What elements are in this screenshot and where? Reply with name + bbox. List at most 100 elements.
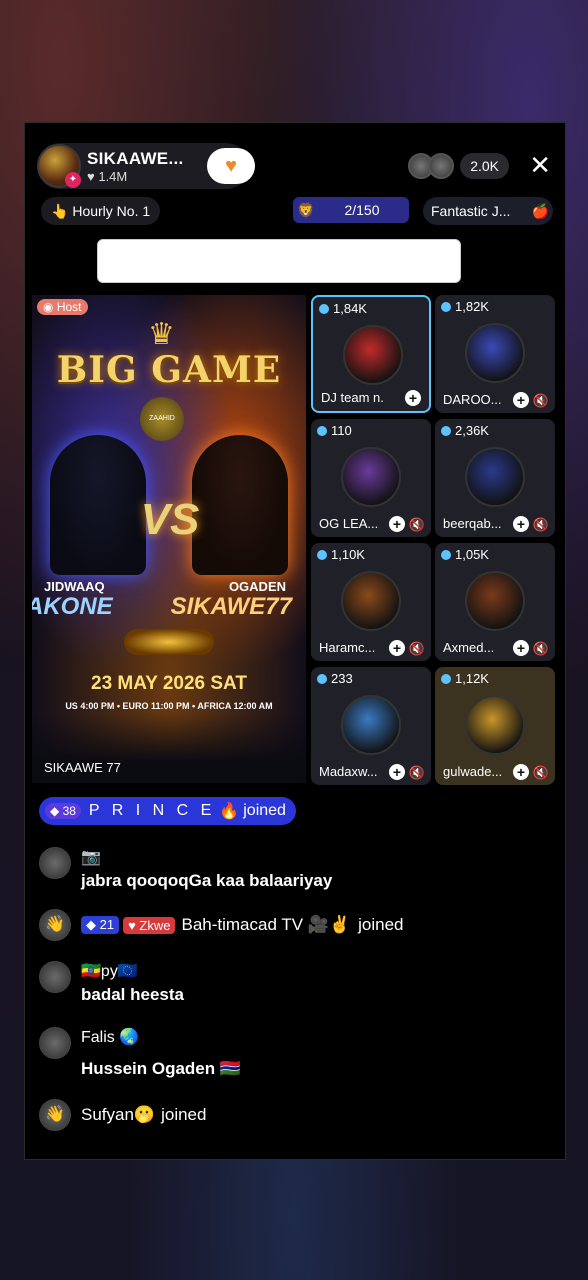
- fan-badge-text: Zkwe: [139, 917, 171, 933]
- seat-score-value: 1,82K: [455, 299, 489, 314]
- vs-text: VS: [140, 495, 200, 544]
- seat-name: OG LEA...: [319, 516, 379, 531]
- right-team-small: OGADEN: [228, 579, 286, 594]
- seat-slot[interactable]: 2,36K beerqab... + 🔇: [435, 419, 555, 537]
- add-icon[interactable]: +: [513, 640, 529, 656]
- event-date: 23 MAY 2026 SAT: [91, 673, 247, 694]
- add-icon[interactable]: +: [513, 392, 529, 408]
- crown-icon: ♛: [148, 318, 175, 351]
- level-badge: ◆ 38: [45, 803, 81, 819]
- mic-muted-icon: 🔇: [532, 517, 549, 532]
- hourly-rank-pill[interactable]: 👆 Hourly No. 1: [41, 197, 161, 225]
- seat-score: 1,84K: [319, 301, 367, 316]
- seat-name: DAROO...: [443, 392, 502, 407]
- host-info[interactable]: ✦ SIKAAWE... ♥ 1.4M ♥: [37, 143, 255, 189]
- room-rank[interactable]: 🦁 2/150: [293, 197, 409, 223]
- seat-avatar[interactable]: [341, 447, 401, 507]
- joined-user-name[interactable]: P R I N C E: [89, 802, 215, 820]
- heart-icon: ♥: [128, 917, 140, 933]
- chat-message: 🇪🇹py🇪🇺 badal heesta: [39, 961, 539, 1013]
- right-team-big: SIKAWE77: [170, 593, 292, 620]
- live-room: ✦ SIKAAWE... ♥ 1.4M ♥ 2.0K ✕ 👆 Hourly No…: [24, 122, 566, 1160]
- chat-user[interactable]: 📷: [81, 847, 101, 867]
- score-icon: [317, 673, 327, 684]
- chat-avatar[interactable]: [39, 847, 71, 879]
- seat-slot[interactable]: 233 Madaxw... + 🔇: [311, 667, 431, 785]
- event-times: US 4:00 PM • EURO 11:00 PM • AFRICA 12:0…: [65, 701, 273, 711]
- seat-score-value: 1,12K: [455, 671, 489, 686]
- host-avatar[interactable]: ✦: [37, 144, 81, 188]
- fantastic-label: Fantastic J...: [431, 203, 511, 219]
- seat-name: Axmed...: [443, 640, 495, 655]
- seat-avatar[interactable]: [465, 571, 525, 631]
- seat-slot[interactable]: 1,82K DAROO... + 🔇: [435, 295, 555, 413]
- seat-name: gulwade...: [443, 764, 503, 779]
- white-banner: [97, 239, 461, 283]
- seat-name: DJ team n...: [321, 390, 383, 405]
- score-icon: [317, 549, 327, 560]
- add-icon[interactable]: +: [389, 640, 405, 656]
- host-badge-icon: ✦: [65, 172, 81, 188]
- host-name: SIKAAWE...: [87, 148, 184, 168]
- seat-slot[interactable]: 1,05K Axmed... + 🔇: [435, 543, 555, 661]
- chat-join: 👋 ◆ 21 ♥ Zkwe Bah-timacad TV 🎥✌️ joined: [39, 909, 559, 945]
- fantastic-pill[interactable]: Fantastic J... 🍎: [423, 197, 553, 225]
- score-icon: [441, 301, 451, 312]
- left-team-small: JIDWAAQ: [44, 579, 105, 594]
- chat-user[interactable]: 🇪🇹py🇪🇺: [81, 961, 138, 981]
- seat-slot[interactable]: 110 OG LEA... + 🔇: [311, 419, 431, 537]
- follow-button[interactable]: ♥: [207, 148, 255, 184]
- add-icon[interactable]: +: [389, 516, 405, 532]
- left-team-big: AKONE: [32, 593, 113, 620]
- add-icon[interactable]: +: [513, 516, 529, 532]
- seat-slot[interactable]: 1,10K Haramc... + 🔇: [311, 543, 431, 661]
- chat-text: badal heesta: [81, 985, 184, 1004]
- seat-slot[interactable]: 1,84K DJ team n... + 🔇: [311, 295, 431, 413]
- seat-avatar[interactable]: [341, 571, 401, 631]
- seat-score-value: 1,84K: [333, 301, 367, 316]
- joined-user-name[interactable]: Sufyan🫢: [81, 1105, 155, 1125]
- viewer-count[interactable]: 2.0K: [460, 153, 509, 179]
- apple-icon: 🍎: [531, 203, 549, 219]
- seat-slot[interactable]: 1,12K gulwade... + 🔇: [435, 667, 555, 785]
- chat-user-name: py: [100, 963, 118, 980]
- host-poster[interactable]: ◉ Host ♛ BIG GAME ZAAHID VS JIDWAAQ AKON…: [32, 295, 306, 783]
- hourly-label: Hourly No. 1: [72, 203, 151, 219]
- wave-icon: 👋: [39, 1099, 71, 1131]
- seat-name: beerqab...: [443, 516, 502, 531]
- seat-name: Madaxw...: [319, 764, 378, 779]
- level-value: 21: [99, 917, 115, 932]
- add-icon[interactable]: +: [389, 764, 405, 780]
- poster-emblem: ZAAHID: [140, 397, 184, 441]
- seat-avatar[interactable]: [465, 323, 525, 383]
- joined-user-name[interactable]: Bah-timacad TV 🎥✌️: [181, 915, 350, 935]
- seat-score: 110: [317, 423, 352, 438]
- host-icon: ◉: [43, 300, 57, 314]
- seat-avatar[interactable]: [465, 447, 525, 507]
- hand-icon: 👆: [51, 203, 73, 219]
- seat-avatar[interactable]: [343, 325, 403, 385]
- seat-score: 1,12K: [441, 671, 489, 686]
- seat-score: 233: [317, 671, 353, 686]
- viewer-list[interactable]: 2.0K: [408, 153, 509, 179]
- mic-muted-icon: 🔇: [408, 641, 425, 656]
- viewer-avatar[interactable]: [428, 153, 455, 179]
- seat-score-value: 1,05K: [455, 547, 489, 562]
- seat-score-value: 233: [331, 671, 353, 686]
- add-icon[interactable]: +: [405, 390, 421, 406]
- chat-avatar[interactable]: [39, 961, 71, 993]
- close-icon[interactable]: ✕: [529, 151, 551, 179]
- chat-message: 📷 jabra qooqoqGa kaa balaariyay: [39, 847, 539, 899]
- chat-user[interactable]: Falis 🌏: [81, 1027, 139, 1047]
- seat-avatar[interactable]: [341, 695, 401, 755]
- chat-avatar[interactable]: [39, 1027, 71, 1059]
- score-icon: [441, 549, 451, 560]
- score-icon: [441, 673, 451, 684]
- score-icon: [317, 425, 327, 436]
- host-label: ◉ Host: [37, 299, 88, 315]
- seat-score: 1,82K: [441, 299, 489, 314]
- seat-avatar[interactable]: [465, 695, 525, 755]
- add-icon[interactable]: +: [513, 764, 529, 780]
- level-badge: ◆ 21: [81, 916, 120, 934]
- poster-caption: SIKAAWE 77: [44, 760, 121, 775]
